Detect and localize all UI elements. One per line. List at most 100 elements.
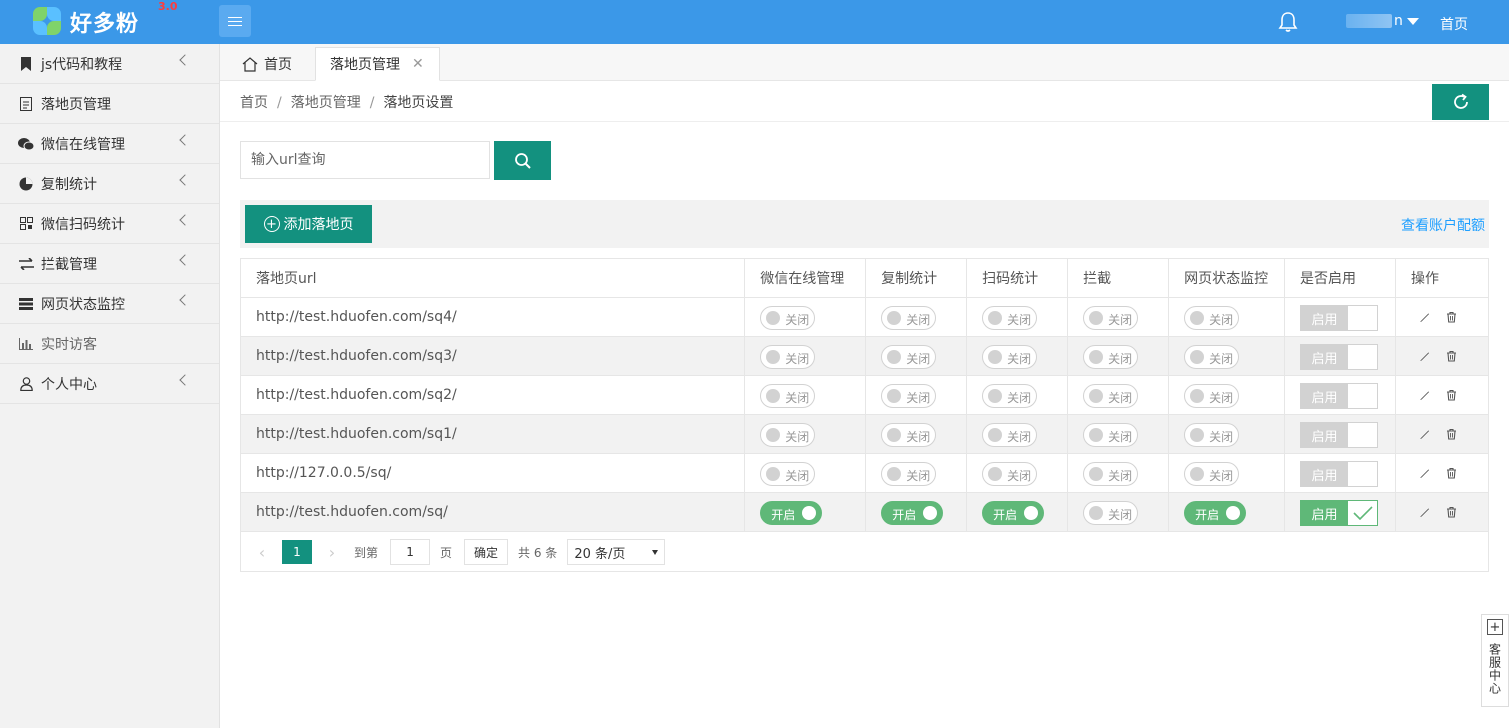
search-button[interactable] — [494, 141, 551, 180]
sidebar-item-profile[interactable]: 个人中心 — [0, 364, 219, 404]
search-input[interactable] — [240, 141, 490, 179]
page-size-select[interactable]: 20 条/页 — [567, 539, 666, 565]
copy-toggle[interactable]: 关闭 — [881, 384, 937, 408]
monitor-toggle[interactable]: 关闭 — [1184, 462, 1240, 486]
next-page-icon[interactable]: › — [324, 540, 340, 564]
header-home-link[interactable]: 首页 — [1440, 14, 1468, 34]
toggle-label: 关闭 — [1209, 313, 1234, 327]
copy-toggle[interactable]: 关闭 — [881, 345, 937, 369]
sidebar-item-copy-stats[interactable]: 复制统计 — [0, 164, 219, 204]
column-header: 落地页url — [239, 258, 746, 298]
sidebar-item-scan-stats[interactable]: 微信扫码统计 — [0, 204, 219, 244]
user-menu[interactable]: n — [1346, 13, 1419, 29]
wechat-toggle[interactable]: 关闭 — [760, 423, 816, 447]
monitor-toggle[interactable]: 关闭 — [1184, 384, 1240, 408]
edit-icon[interactable] — [1419, 312, 1430, 323]
enabled-checkbox[interactable]: 启用 — [1300, 461, 1379, 487]
toggle-label: 关闭 — [1108, 508, 1133, 522]
toggle-knob — [923, 506, 938, 520]
block-toggle[interactable]: 关闭 — [1083, 501, 1139, 525]
monitor-toggle[interactable]: 关闭 — [1184, 306, 1240, 330]
tab-landing[interactable]: 落地页管理 ✕ — [315, 47, 440, 81]
total-count: 共 6 条 — [518, 545, 558, 560]
scan-toggle[interactable]: 开启 — [982, 501, 1045, 525]
enabled-cell: 启用 — [1284, 414, 1396, 454]
edit-icon[interactable] — [1419, 507, 1430, 518]
toggle-cell: 关闭 — [865, 414, 968, 454]
enabled-checkbox[interactable]: 启用 — [1300, 344, 1379, 370]
add-landing-page-button[interactable]: + 添加落地页 — [245, 205, 372, 243]
wechat-toggle[interactable]: 关闭 — [760, 306, 816, 330]
check-box — [1348, 306, 1378, 330]
trash-icon[interactable] — [1446, 506, 1457, 518]
logo[interactable]: 好多粉 3.0 — [30, 0, 178, 40]
block-toggle[interactable]: 关闭 — [1083, 462, 1139, 486]
enabled-checkbox[interactable]: 启用 — [1300, 422, 1379, 448]
scan-toggle[interactable]: 关闭 — [982, 423, 1038, 447]
wechat-toggle[interactable]: 关闭 — [760, 462, 816, 486]
toggle-label: 关闭 — [906, 313, 931, 327]
block-toggle[interactable]: 关闭 — [1083, 345, 1139, 369]
scan-toggle[interactable]: 关闭 — [982, 462, 1038, 486]
trash-icon[interactable] — [1446, 311, 1457, 323]
block-toggle[interactable]: 关闭 — [1083, 384, 1139, 408]
caret-down-icon — [1406, 17, 1419, 25]
goto-page-input[interactable] — [390, 539, 431, 565]
toggle-label: 关闭 — [1209, 469, 1234, 483]
copy-toggle[interactable]: 关闭 — [881, 423, 937, 447]
block-toggle[interactable]: 关闭 — [1083, 306, 1139, 330]
monitor-toggle[interactable]: 开启 — [1184, 501, 1247, 525]
trash-icon[interactable] — [1446, 428, 1457, 440]
close-icon[interactable]: ✕ — [412, 56, 424, 72]
edit-icon[interactable] — [1419, 429, 1430, 440]
tab-home[interactable]: 首页 — [242, 47, 292, 81]
enabled-checkbox[interactable]: 启用 — [1300, 500, 1379, 526]
refresh-button[interactable] — [1432, 84, 1489, 120]
wechat-toggle[interactable]: 开启 — [760, 501, 823, 525]
bell-icon[interactable] — [1278, 11, 1298, 33]
hamburger-icon[interactable] — [219, 5, 251, 37]
monitor-toggle[interactable]: 关闭 — [1184, 345, 1240, 369]
current-page[interactable]: 1 — [282, 540, 312, 564]
scan-toggle[interactable]: 关闭 — [982, 384, 1038, 408]
sidebar-item-monitor[interactable]: 网页状态监控 — [0, 284, 219, 324]
sidebar-item-label: 网页状态监控 — [41, 296, 125, 313]
trash-icon[interactable] — [1446, 467, 1457, 479]
view-quota-link[interactable]: 查看账户配额 — [1401, 215, 1485, 235]
customer-service-widget[interactable]: + 客服中心 — [1481, 614, 1509, 707]
toggle-knob — [1089, 350, 1104, 364]
monitor-toggle[interactable]: 关闭 — [1184, 423, 1240, 447]
copy-toggle[interactable]: 开启 — [881, 501, 944, 525]
table-row: http://test.hduofen.com/sq1/关闭 关闭 关闭 关闭 关闭 启用 — [239, 414, 1489, 454]
scan-toggle[interactable]: 关闭 — [982, 345, 1038, 369]
copy-toggle[interactable]: 关闭 — [881, 306, 937, 330]
toggle-knob — [766, 467, 781, 481]
trash-icon[interactable] — [1446, 389, 1457, 401]
edit-icon[interactable] — [1419, 390, 1430, 401]
sidebar-item-label: 个人中心 — [41, 376, 97, 393]
breadcrumb-home[interactable]: 首页 — [240, 95, 268, 111]
sidebar-item-js[interactable]: js代码和教程 — [0, 44, 219, 84]
breadcrumb-landing[interactable]: 落地页管理 — [291, 95, 361, 111]
prev-page-icon[interactable]: ‹ — [254, 540, 270, 564]
sidebar-item-visitors[interactable]: 实时访客 — [0, 324, 219, 364]
toggle-label: 关闭 — [1108, 313, 1133, 327]
block-toggle[interactable]: 关闭 — [1083, 423, 1139, 447]
toggle-cell: 关闭 — [865, 297, 968, 337]
wechat-toggle[interactable]: 关闭 — [760, 384, 816, 408]
wechat-toggle[interactable]: 关闭 — [760, 345, 816, 369]
trash-icon[interactable] — [1446, 350, 1457, 362]
edit-icon[interactable] — [1419, 468, 1430, 479]
chevron-left-icon — [179, 254, 191, 266]
goto-confirm-button[interactable]: 确定 — [464, 539, 509, 565]
edit-icon[interactable] — [1419, 351, 1430, 362]
enabled-checkbox[interactable]: 启用 — [1300, 305, 1379, 331]
sidebar-item-wechat[interactable]: 微信在线管理 — [0, 124, 219, 164]
sidebar-item-block[interactable]: 拦截管理 — [0, 244, 219, 284]
enabled-checkbox[interactable]: 启用 — [1300, 383, 1379, 409]
sidebar-item-landing[interactable]: 落地页管理 — [0, 84, 219, 124]
copy-toggle[interactable]: 关闭 — [881, 462, 937, 486]
toggle-knob — [887, 389, 902, 403]
toggle-label: 开启 — [1195, 508, 1220, 522]
scan-toggle[interactable]: 关闭 — [982, 306, 1038, 330]
